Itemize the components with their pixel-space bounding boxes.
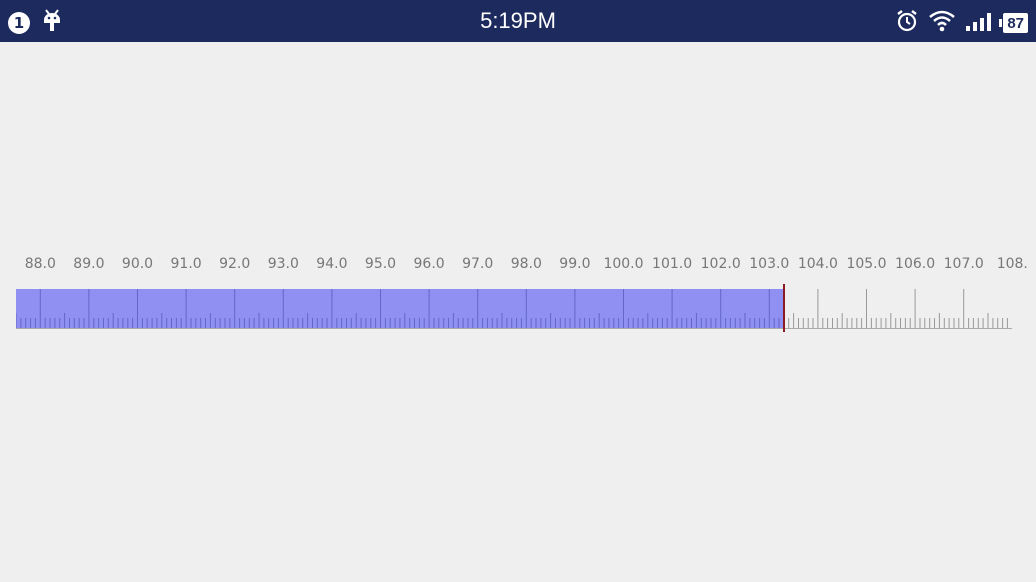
ruler-indicator[interactable] (782, 284, 785, 332)
ruler-label: 92.0 (219, 256, 251, 272)
status-right-icons: 87 (895, 9, 1028, 37)
ruler-label: 101.0 (652, 256, 693, 272)
ruler-ticks (16, 289, 1012, 329)
ruler-track[interactable] (16, 284, 1012, 332)
ruler-label: 94.0 (316, 256, 348, 272)
ruler-label: 95.0 (364, 256, 397, 272)
ruler-label: 104.0 (797, 256, 838, 272)
ruler-label: 97.0 (462, 256, 494, 272)
ruler-label: 89.0 (73, 256, 105, 272)
alarm-icon (895, 9, 919, 37)
ruler-label: 107.0 (943, 256, 984, 272)
status-time: 5:19PM (480, 8, 556, 33)
signal-icon (965, 10, 993, 36)
battery-icon: 87 (999, 13, 1028, 33)
ruler-label: 90.0 (121, 256, 154, 272)
wifi-icon (929, 10, 956, 36)
ruler-label: 100.0 (603, 256, 644, 272)
ruler-label: 102.0 (700, 256, 741, 272)
status-bar: 1 5:19PM 87 (0, 0, 1036, 42)
ruler-label: 88.0 (24, 256, 56, 272)
ruler-label: 91.0 (170, 256, 202, 272)
ruler-label: 106.0 (895, 256, 936, 272)
ruler-label: 105.0 (846, 256, 887, 272)
ruler-label: 103.0 (749, 256, 790, 272)
ruler-label: 96.0 (413, 256, 445, 272)
ruler-label: 93.0 (267, 256, 299, 272)
ruler-label: 99.0 (559, 256, 591, 272)
ruler-slider[interactable]: 88.0 89.0 90.0 91.0 92.0 93.0 94.0 95.0 96.0 97.0… (16, 250, 1028, 332)
ruler-label: 98.0 (510, 256, 542, 272)
ruler-label: 108. (996, 256, 1028, 272)
